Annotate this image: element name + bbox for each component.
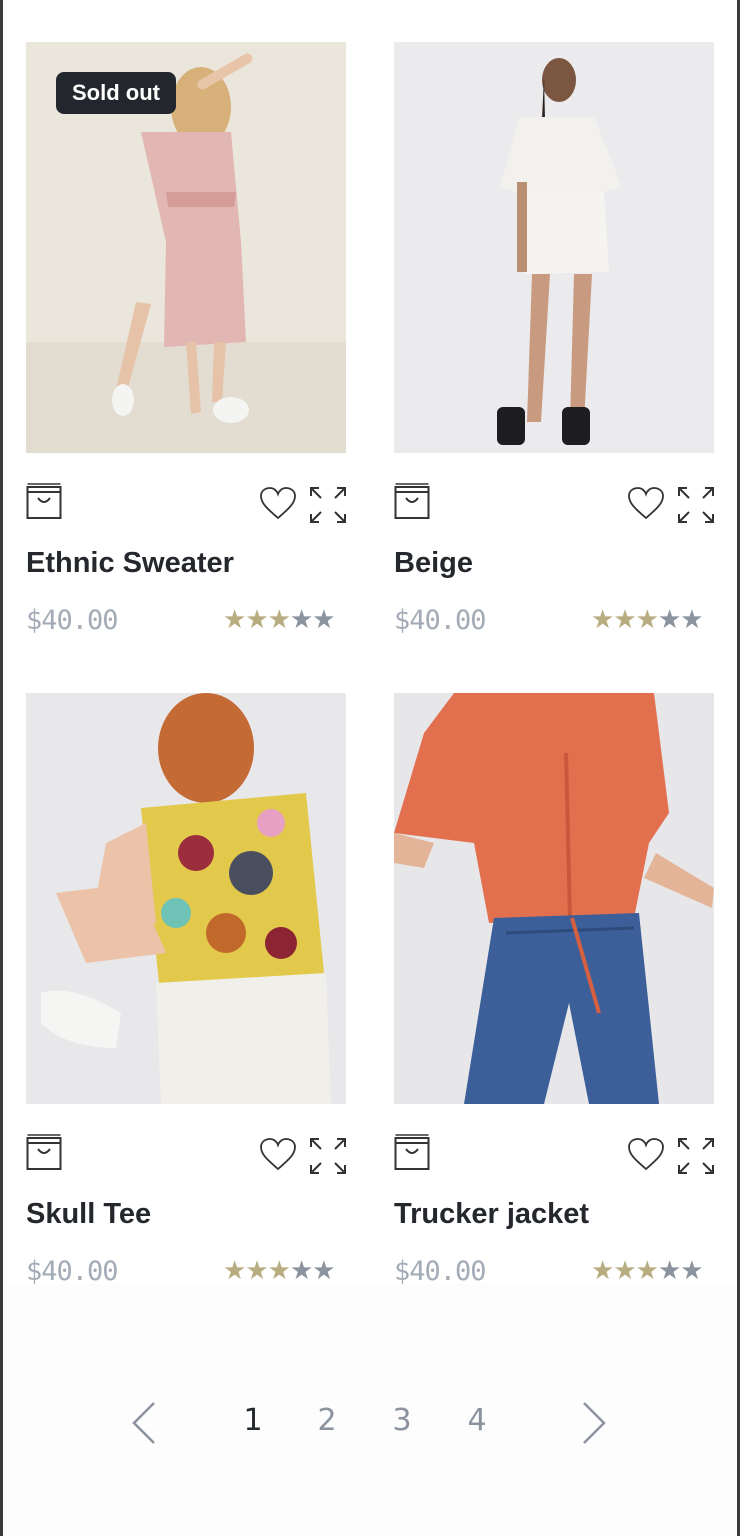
product-card: Skull Tee $40.00 ★★★★★	[26, 693, 346, 1293]
star-empty-icon: ★	[657, 604, 681, 634]
heart-icon[interactable]	[627, 1137, 665, 1171]
product-actions	[26, 482, 347, 524]
product-price: $40.00	[394, 605, 487, 636]
heart-icon[interactable]	[259, 1137, 297, 1171]
star-filled-icon: ★	[635, 1255, 659, 1285]
expand-icon[interactable]	[677, 1137, 715, 1175]
star-empty-icon: ★	[289, 1255, 313, 1285]
star-filled-icon: ★	[267, 1255, 291, 1285]
expand-icon[interactable]	[677, 486, 715, 524]
star-empty-icon: ★	[680, 604, 703, 634]
heart-icon[interactable]	[259, 486, 297, 520]
product-title[interactable]: Beige	[394, 547, 473, 580]
star-filled-icon: ★	[591, 604, 614, 634]
shopping-bag-icon[interactable]	[26, 482, 62, 520]
product-price: $40.00	[394, 1256, 487, 1287]
product-title[interactable]: Trucker jacket	[394, 1198, 589, 1231]
sold-out-badge: Sold out	[56, 72, 176, 114]
star-filled-icon: ★	[635, 604, 659, 634]
star-empty-icon: ★	[657, 1255, 681, 1285]
star-empty-icon: ★	[680, 1255, 703, 1285]
expand-icon[interactable]	[309, 1137, 347, 1175]
star-filled-icon: ★	[223, 1255, 246, 1285]
product-title[interactable]: Ethnic Sweater	[26, 547, 234, 580]
pagination: 1 2 3 4	[0, 1395, 740, 1451]
expand-icon[interactable]	[309, 486, 347, 524]
star-filled-icon: ★	[613, 604, 636, 634]
product-image[interactable]	[394, 693, 714, 1104]
page-link-3[interactable]: 3	[387, 1403, 417, 1438]
star-empty-icon: ★	[289, 604, 313, 634]
star-filled-icon: ★	[223, 604, 246, 634]
star-empty-icon: ★	[312, 604, 335, 634]
star-filled-icon: ★	[267, 604, 291, 634]
product-price: $40.00	[26, 1256, 119, 1287]
star-filled-icon: ★	[613, 1255, 636, 1285]
shopping-bag-icon[interactable]	[394, 1133, 430, 1171]
shopping-bag-icon[interactable]	[394, 482, 430, 520]
chevron-left-icon[interactable]	[124, 1399, 164, 1447]
heart-icon[interactable]	[627, 486, 665, 520]
star-filled-icon: ★	[245, 1255, 268, 1285]
product-title[interactable]: Skull Tee	[26, 1198, 151, 1231]
star-empty-icon: ★	[312, 1255, 335, 1285]
page-link-4[interactable]: 4	[462, 1403, 492, 1438]
chevron-right-icon[interactable]	[574, 1399, 614, 1447]
product-actions	[394, 1133, 715, 1175]
product-image[interactable]	[26, 693, 346, 1104]
rating-stars: ★★★★★	[223, 604, 336, 635]
product-actions	[26, 1133, 347, 1175]
page-link-2[interactable]: 2	[312, 1403, 342, 1438]
product-price: $40.00	[26, 605, 119, 636]
product-card: Beige $40.00 ★★★★★	[394, 42, 714, 642]
rating-stars: ★★★★★	[223, 1255, 336, 1286]
product-card: Trucker jacket $40.00 ★★★★★	[394, 693, 714, 1293]
star-filled-icon: ★	[245, 604, 268, 634]
product-card: Sold out Ethnic Sweater $40.00 ★★★★★	[26, 42, 346, 642]
page-link-1[interactable]: 1	[238, 1403, 268, 1438]
product-actions	[394, 482, 715, 524]
rating-stars: ★★★★★	[591, 1255, 704, 1286]
star-filled-icon: ★	[591, 1255, 614, 1285]
shopping-bag-icon[interactable]	[26, 1133, 62, 1171]
product-image[interactable]	[394, 42, 714, 453]
rating-stars: ★★★★★	[591, 604, 704, 635]
